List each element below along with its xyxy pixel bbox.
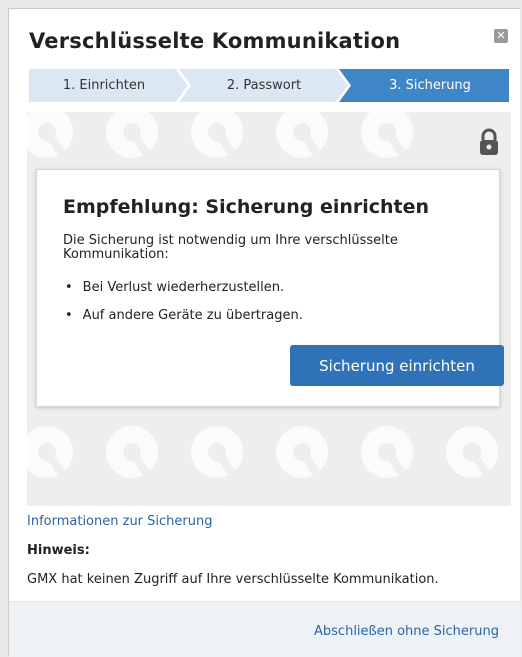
step-3-label: 3. Sicherung bbox=[389, 78, 471, 93]
dialog-footer: Abschließen ohne Sicherung bbox=[9, 601, 521, 657]
step-2-label: 2. Passwort bbox=[226, 78, 302, 93]
card-heading: Empfehlung: Sicherung einrichten bbox=[63, 196, 430, 218]
recommendation-card: Empfehlung: Sicherung einrichten Die Sic… bbox=[36, 169, 504, 407]
close-icon[interactable]: ✕ bbox=[494, 29, 508, 43]
encryption-dialog: Verschlüsselte Kommunikation ✕ 1. Einric… bbox=[8, 8, 521, 657]
padlock-icon bbox=[480, 128, 498, 155]
note-text: GMX hat keinen Zugriff auf Ihre verschlü… bbox=[27, 572, 439, 587]
note-label: Hinweis: bbox=[27, 543, 90, 558]
card-description: Die Sicherung ist notwendig um Ihre vers… bbox=[63, 233, 398, 262]
backup-hero-panel: Empfehlung: Sicherung einrichten Die Sic… bbox=[27, 112, 511, 506]
list-item: Auf andere Geräte zu übertragen. bbox=[63, 308, 303, 336]
benefit-list: Bei Verlust wiederherzustellen. Auf ande… bbox=[63, 280, 303, 336]
finish-without-backup-link[interactable]: Abschließen ohne Sicherung bbox=[314, 624, 499, 639]
list-item: Bei Verlust wiederherzustellen. bbox=[63, 280, 303, 308]
dialog-title: Verschlüsselte Kommunikation bbox=[29, 29, 401, 53]
setup-backup-button[interactable]: Sicherung einrichten bbox=[290, 345, 504, 386]
backup-info-link[interactable]: Informationen zur Sicherung bbox=[27, 514, 213, 529]
step-1-label: 1. Einrichten bbox=[62, 78, 146, 93]
step-progress: 1. Einrichten 2. Passwort 3. Sicherung bbox=[29, 69, 509, 102]
